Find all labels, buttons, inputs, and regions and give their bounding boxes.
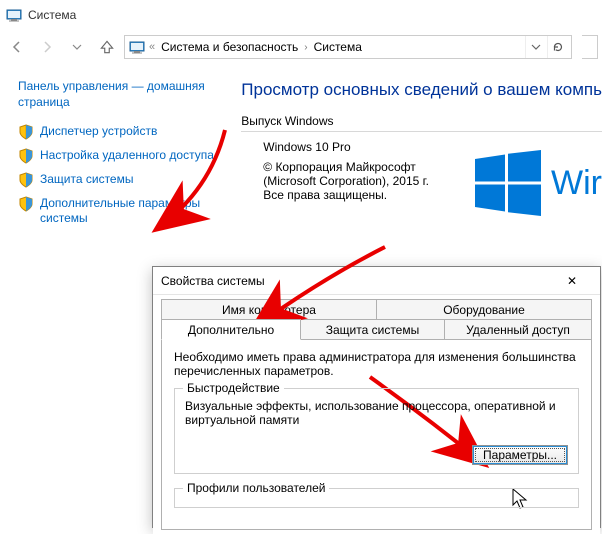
address-dropdown-button[interactable] <box>525 36 545 58</box>
sidebar-item-label: Защита системы <box>40 172 133 187</box>
shield-icon <box>18 148 34 164</box>
performance-legend: Быстродействие <box>183 381 284 395</box>
crumb-level2[interactable]: Система <box>312 40 364 54</box>
system-icon <box>6 7 22 23</box>
sidebar-item-system-protection[interactable]: Защита системы <box>18 172 229 188</box>
dialog-titlebar[interactable]: Свойства системы ✕ <box>153 267 600 295</box>
sidebar-item-device-manager[interactable]: Диспетчер устройств <box>18 124 229 140</box>
performance-text: Визуальные эффекты, использование процес… <box>185 399 568 427</box>
sidebar-item-label: Настройка удаленного доступа <box>40 148 214 163</box>
shield-icon <box>18 196 34 212</box>
page-heading: Просмотр основных сведений о вашем компь <box>241 80 602 100</box>
chevron-right-icon[interactable]: › <box>304 42 307 53</box>
windows-logo-text: Wir <box>551 164 602 203</box>
copyright-text: © Корпорация Майкрософт (Microsoft Corpo… <box>241 160 431 202</box>
search-box-edge[interactable] <box>582 35 598 59</box>
tab-advanced[interactable]: Дополнительно <box>161 319 301 340</box>
tab-computer-name[interactable]: Имя компьютера <box>161 299 377 320</box>
admin-note-text: Необходимо иметь права администратора дл… <box>174 350 579 378</box>
tabs-row-top: Имя компьютера Оборудование <box>161 299 592 320</box>
sidebar: Панель управления — домашняя страница Ди… <box>0 64 235 240</box>
user-profiles-legend: Профили пользователей <box>183 481 329 495</box>
sidebar-item-label: Диспетчер устройств <box>40 124 157 139</box>
window-title: Система <box>28 8 76 22</box>
tab-hardware[interactable]: Оборудование <box>376 299 592 320</box>
tab-system-protection[interactable]: Защита системы <box>300 319 445 340</box>
shield-icon <box>18 124 34 140</box>
nav-up-button[interactable] <box>94 34 120 60</box>
dialog-close-button[interactable]: ✕ <box>552 268 592 294</box>
toolbar: « Система и безопасность › Система <box>0 30 602 64</box>
tabs-row-bottom: Дополнительно Защита системы Удаленный д… <box>161 319 592 340</box>
dialog-body: Имя компьютера Оборудование Дополнительн… <box>153 295 600 534</box>
system-icon <box>129 39 145 55</box>
sidebar-item-label: Дополнительные параметры системы <box>40 196 229 226</box>
nav-recent-button[interactable] <box>64 34 90 60</box>
shield-icon <box>18 172 34 188</box>
system-properties-dialog: Свойства системы ✕ Имя компьютера Оборуд… <box>152 266 601 528</box>
dialog-title: Свойства системы <box>161 274 265 288</box>
user-profiles-group: Профили пользователей <box>174 488 579 508</box>
windows-logo: Wir <box>475 150 602 216</box>
nav-forward-button[interactable] <box>34 34 60 60</box>
edition-group-header: Выпуск Windows <box>241 114 602 132</box>
control-panel-home-link[interactable]: Панель управления — домашняя страница <box>18 78 229 110</box>
tab-remote[interactable]: Удаленный доступ <box>444 319 592 340</box>
sidebar-item-advanced-settings[interactable]: Дополнительные параметры системы <box>18 196 229 226</box>
address-bar[interactable]: « Система и безопасность › Система <box>124 35 572 59</box>
performance-settings-button[interactable]: Параметры... <box>472 445 568 465</box>
performance-group: Быстродействие Визуальные эффекты, испол… <box>174 388 579 474</box>
refresh-button[interactable] <box>547 36 567 58</box>
sidebar-item-remote-settings[interactable]: Настройка удаленного доступа <box>18 148 229 164</box>
crumb-prefix: « <box>149 41 155 53</box>
crumb-level1[interactable]: Система и безопасность <box>159 40 300 54</box>
window-titlebar: Система <box>0 0 602 30</box>
nav-back-button[interactable] <box>4 34 30 60</box>
tab-panel-advanced: Необходимо иметь права администратора дл… <box>161 340 592 530</box>
edition-value: Windows 10 Pro <box>241 140 431 154</box>
